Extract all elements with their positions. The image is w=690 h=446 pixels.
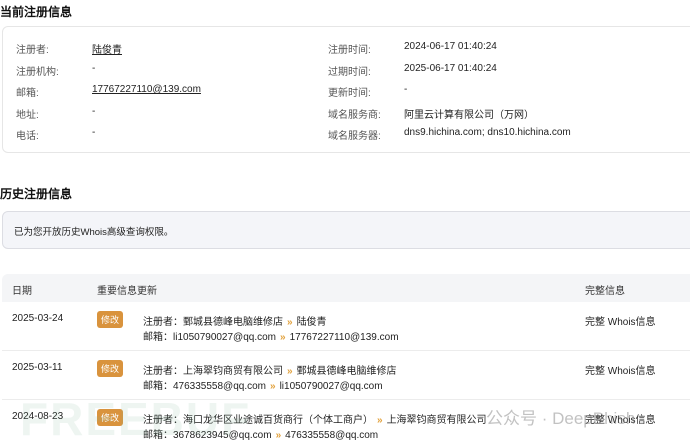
arrow-icon: »: [280, 332, 286, 343]
col-date: 日期: [12, 286, 32, 297]
modify-tag: 修改: [97, 360, 124, 377]
history-notice: 已为您开放历史Whois高级查询权限。: [2, 211, 690, 249]
row-date: 2025-03-24: [12, 313, 64, 324]
wechat-watermark: 公众号 · DeepPhish: [486, 409, 636, 428]
old-value: 476335558@qq.com: [173, 381, 266, 392]
history-title: 历史注册信息: [0, 187, 73, 201]
new-value: 鄄城县德峰电脑维修店: [296, 366, 397, 377]
field-label: 地址:: [16, 110, 39, 121]
table-row: 2025-03-24 修改 注册者：鄄城县德峰电脑维修店» 陆俊青 邮箱：li10…: [2, 302, 690, 351]
field-value: -: [92, 63, 96, 74]
field-value: -: [92, 127, 96, 138]
arrow-icon: »: [275, 430, 282, 441]
old-value: 鄄城县德峰电脑维修店: [183, 317, 283, 328]
label: 注册者：: [143, 366, 183, 377]
field-value: -: [404, 84, 408, 95]
arrow-icon: »: [287, 366, 293, 377]
current-info-title: 当前注册信息: [0, 5, 73, 19]
new-value: 上海翠钧商贸有限公司: [386, 415, 487, 426]
field-label: 注册者:: [16, 45, 49, 56]
field-label: 注册时间:: [328, 45, 371, 56]
field-value: 阿里云计算有限公司（万网）: [404, 110, 534, 121]
field-label: 过期时间:: [328, 67, 371, 78]
label: 注册者：: [143, 317, 183, 328]
full-whois-link[interactable]: 完整 Whois信息: [585, 313, 656, 328]
new-value: 17767227110@139.com: [289, 332, 399, 343]
old-value: li1050790027@qq.com: [173, 332, 277, 343]
label: 邮箱：: [143, 332, 173, 343]
new-value: li1050790027@qq.com: [279, 381, 383, 392]
full-whois-link[interactable]: 完整 Whois信息: [585, 362, 656, 377]
new-value: 476335558@qq.com: [285, 430, 379, 441]
field-value: 2025-06-17 01:40:24: [404, 63, 497, 74]
arrow-icon: »: [287, 317, 293, 328]
new-value: 陆俊青: [296, 317, 327, 328]
modify-tag: 修改: [97, 311, 124, 328]
field-label: 电话:: [16, 131, 39, 142]
email-link[interactable]: 17767227110@139.com: [92, 84, 201, 95]
old-value: 上海翠钧商贸有限公司: [183, 366, 283, 377]
field-value: -: [92, 106, 96, 117]
col-updates: 重要信息更新: [97, 286, 157, 297]
arrow-icon: »: [377, 415, 383, 426]
col-full: 完整信息: [585, 286, 625, 297]
label: 邮箱：: [143, 381, 173, 392]
arrow-icon: »: [270, 381, 276, 392]
field-value: 2024-06-17 01:40:24: [404, 41, 497, 52]
field-label: 域名服务商:: [328, 110, 381, 121]
current-info-card: 注册者: 陆俊青 注册机构: - 邮箱: 17767227110@139.com…: [2, 26, 690, 153]
field-label: 域名服务器:: [328, 131, 381, 142]
field-label: 更新时间:: [328, 88, 371, 99]
table-header: 日期 重要信息更新 完整信息: [2, 274, 690, 302]
registrant-link[interactable]: 陆俊青: [92, 41, 122, 56]
row-date: 2025-03-11: [12, 362, 63, 373]
field-value: dns9.hichina.com; dns10.hichina.com: [404, 127, 571, 138]
field-label: 注册机构:: [16, 67, 59, 78]
field-label: 邮箱:: [16, 88, 39, 99]
freebuf-watermark: FREEBUF: [20, 393, 252, 445]
